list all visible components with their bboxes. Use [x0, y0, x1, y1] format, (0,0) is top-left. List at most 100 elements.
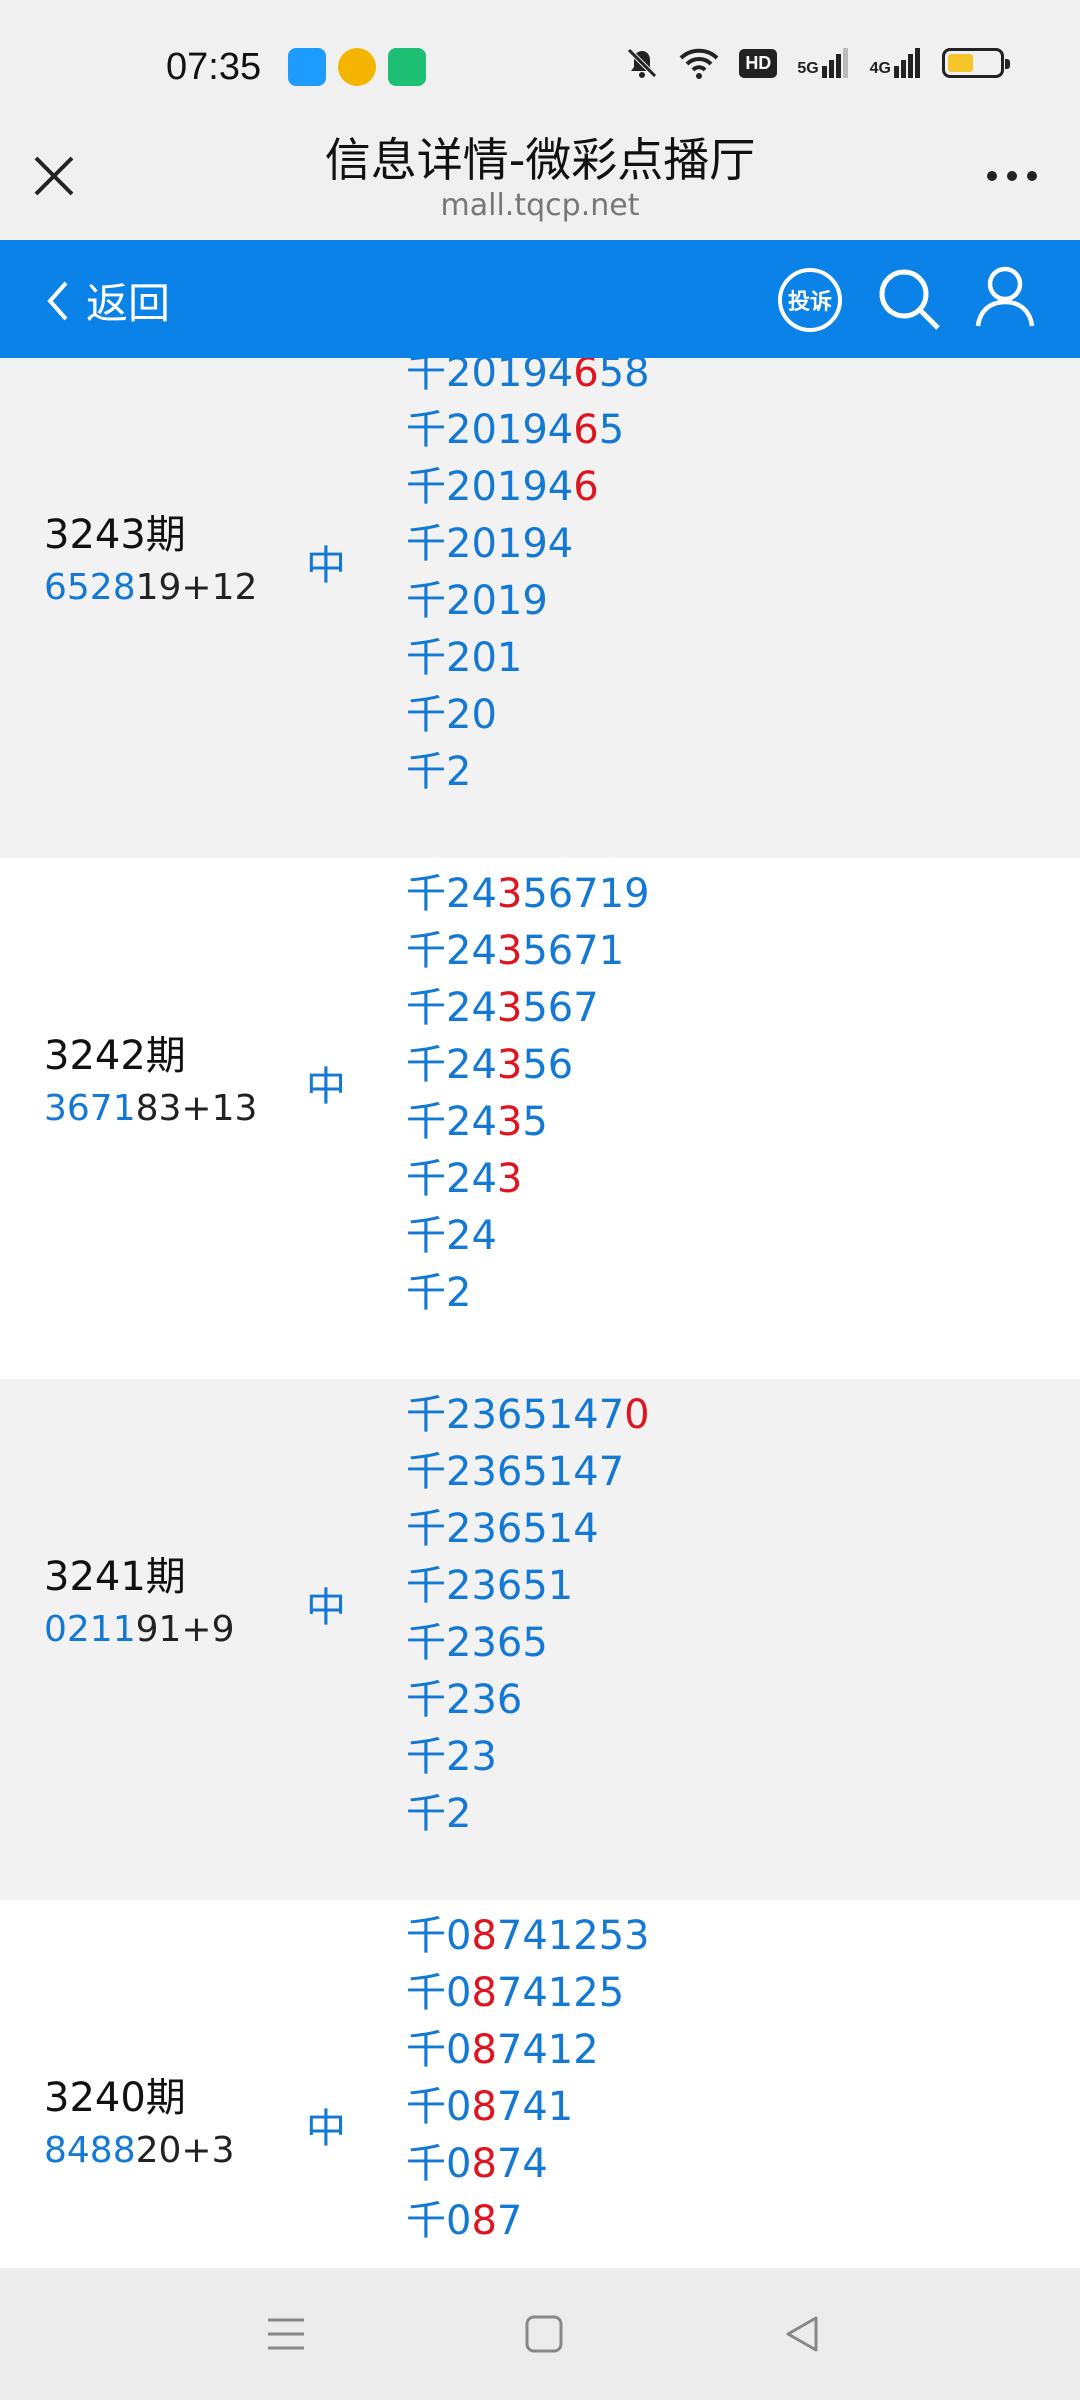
prediction-line: 千087: [406, 2193, 650, 2250]
hit-digit: 3: [496, 1156, 523, 1202]
back-triangle-icon[interactable]: [782, 2314, 822, 2354]
prediction-text: 741253: [496, 1913, 650, 1959]
prediction-text: 千24: [406, 1213, 497, 1259]
prediction-text: 千20194: [406, 521, 574, 567]
prediction-text: 千0: [406, 2027, 472, 2073]
prediction-line: 千08741: [406, 2079, 650, 2136]
prediction-text: 千0: [406, 2198, 472, 2244]
user-icon[interactable]: [974, 264, 1036, 330]
draw-numbers-highlight: 8488: [44, 2130, 136, 2171]
hit-digit: 8: [471, 1970, 497, 2016]
draw-numbers: 848820+3: [44, 2126, 235, 2176]
prediction-text: 74125: [496, 1970, 625, 2016]
status-system-icons: HD 5G 4G: [625, 46, 1010, 80]
period-info: 3243期 652819+12: [44, 507, 257, 613]
hit-digit: 3: [496, 871, 523, 917]
prediction-text: 5: [598, 407, 625, 453]
back-label: 返回: [86, 279, 171, 328]
draw-numbers: 021191+9: [44, 1605, 235, 1655]
prediction-lines: 千23651470 千2365147 千236514 千23651 千2365 千236 千…: [406, 1387, 650, 1843]
period-label: 3240期: [44, 2075, 186, 2121]
security-app-icon: [388, 48, 426, 86]
back-button[interactable]: 返回: [44, 270, 170, 331]
prediction-text: 千2365147: [406, 1449, 625, 1495]
prediction-line: 千2365147: [406, 1444, 650, 1501]
battery-icon: [942, 48, 1010, 78]
prediction-text: 千23651: [406, 1563, 574, 1609]
prediction-text: 千20194: [406, 358, 574, 396]
prediction-line: 千2435671: [406, 923, 650, 980]
hit-digit: 8: [471, 2027, 497, 2073]
prediction-line: 千201: [406, 630, 650, 687]
prediction-line: 千2: [406, 1786, 650, 1843]
prediction-line: 千08741253: [406, 1908, 650, 1965]
period-label: 3242期: [44, 1033, 186, 1079]
hit-indicator: 中: [306, 1585, 346, 1631]
prediction-line: 千2365: [406, 1615, 650, 1672]
signal-4g-label: 4G: [869, 60, 891, 77]
battery-fill: [948, 54, 973, 72]
prediction-line: 千087412: [406, 2022, 650, 2079]
prediction-text: 千2: [406, 749, 472, 795]
search-icon[interactable]: [876, 266, 942, 332]
hit-digit: 3: [496, 1099, 523, 1145]
hit-digit: 3: [496, 985, 523, 1031]
period-info: 3242期 367183+13: [44, 1028, 257, 1134]
app-nav-bar: 返回 投诉: [0, 240, 1080, 358]
period-row: 3240期 848820+3 中千08741253 千0874125 千087412 千0…: [0, 1900, 1080, 2268]
prediction-lines: 千20194658 千2019465 千20194 6 千20194 千2019 千201 千…: [406, 358, 650, 801]
prediction-line: 千236514: [406, 1501, 650, 1558]
prediction-lines: 千24356719 千2435671 千243567 千24356 千2435 千243 千…: [406, 866, 650, 1322]
draw-numbers: 652819+12: [44, 563, 257, 613]
prediction-text: 千0: [406, 1913, 472, 1959]
prediction-line: 千20194658: [406, 358, 650, 402]
chevron-left-icon: [47, 281, 68, 320]
prediction-line: 千24: [406, 1208, 650, 1265]
prediction-text: 千23: [406, 1734, 497, 1780]
prediction-line: 千2019465: [406, 402, 650, 459]
period-label: 3241期: [44, 1554, 186, 1600]
prediction-text: 千0: [406, 2141, 472, 2187]
prediction-text: 千24: [406, 985, 497, 1031]
draw-numbers-rest: 19+12: [135, 567, 258, 608]
prediction-text: 7: [496, 2198, 523, 2244]
prediction-text: 千2019: [406, 578, 548, 624]
prediction-text: 56719: [522, 871, 650, 917]
prediction-text: 567: [522, 985, 599, 1031]
prediction-line: 千243567: [406, 980, 650, 1037]
prediction-text: 千2365: [406, 1620, 548, 1666]
prediction-line: 千0874125: [406, 1965, 650, 2022]
draw-numbers-highlight: 0211: [44, 1609, 136, 1650]
menu-icon[interactable]: [266, 2314, 306, 2354]
prediction-text: 千24: [406, 1156, 497, 1202]
prediction-line: 千20: [406, 687, 650, 744]
hit-indicator: 中: [306, 1064, 346, 1110]
qq-browser-icon: [288, 48, 326, 86]
prediction-text: 7412: [496, 2027, 599, 2073]
more-options-icon[interactable]: [984, 166, 1040, 186]
prediction-text: 千236514: [406, 1506, 599, 1552]
mute-bell-icon: [627, 48, 658, 78]
period-info: 3240期 848820+3: [44, 2070, 235, 2176]
status-notification-icons: [288, 48, 426, 86]
prediction-text: 千2: [406, 1791, 472, 1837]
draw-numbers-rest: 83+13: [135, 1088, 258, 1129]
signal-bars-icon: [894, 48, 920, 78]
prediction-text: 千24: [406, 1099, 497, 1145]
hit-digit: 8: [471, 1913, 497, 1959]
hit-digit: 6: [573, 407, 599, 453]
prediction-text: 74: [496, 2141, 548, 2187]
signal-bars-icon: [821, 48, 848, 78]
system-nav-bar: [0, 2268, 1080, 2400]
prediction-line: 千23: [406, 1729, 650, 1786]
prediction-text: 千20: [406, 692, 497, 738]
period-label: 3243期: [44, 512, 186, 558]
report-button[interactable]: 投诉: [778, 268, 842, 332]
prediction-line: 千23651470: [406, 1387, 650, 1444]
home-icon[interactable]: [524, 2314, 564, 2354]
prediction-line: 千243: [406, 1151, 650, 1208]
prediction-line: 千24356719: [406, 866, 650, 923]
draw-numbers-rest: 20+3: [135, 2130, 235, 2171]
page-title: 信息详情-微彩点播厅: [324, 133, 756, 187]
prediction-line: 千236: [406, 1672, 650, 1729]
